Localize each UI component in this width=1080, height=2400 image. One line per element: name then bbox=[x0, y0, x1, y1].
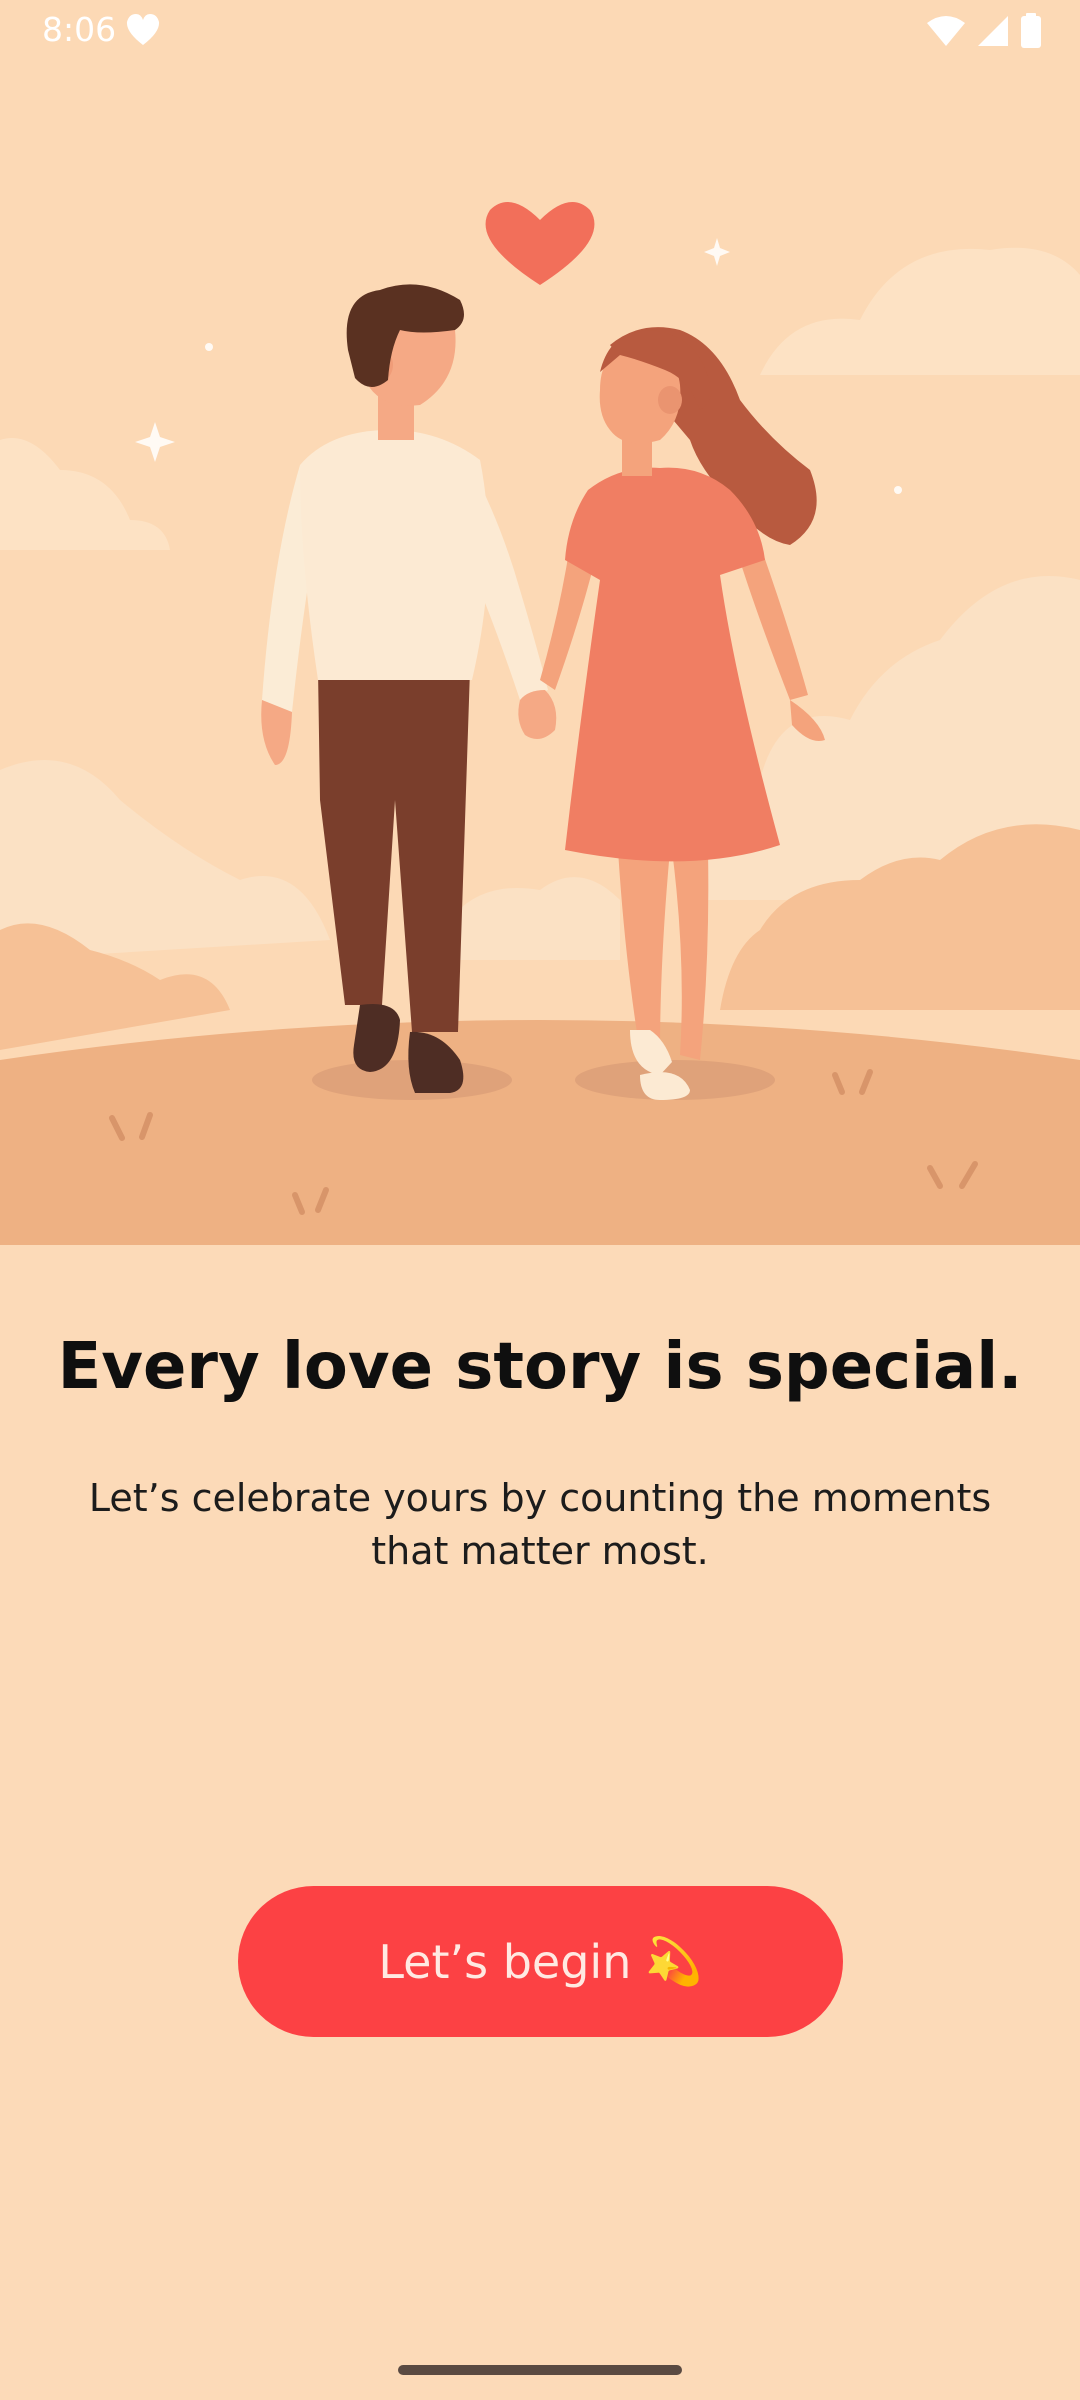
status-icons bbox=[926, 12, 1042, 50]
lets-begin-button[interactable]: Let’s begin 💫 bbox=[238, 1886, 843, 2037]
signal-icon bbox=[978, 16, 1008, 46]
couple-illustration bbox=[0, 0, 1080, 1245]
dizzy-star-icon: 💫 bbox=[645, 1934, 703, 1988]
battery-icon bbox=[1021, 13, 1041, 48]
lets-begin-label: Let’s begin bbox=[378, 1934, 632, 1989]
home-indicator[interactable] bbox=[398, 2365, 682, 2375]
status-time: 8:06 bbox=[42, 10, 117, 49]
subtitle-text: Let’s celebrate yours by counting the mo… bbox=[88, 1476, 992, 1573]
onboarding-screen: 8:06 Every love story is special. Let’s … bbox=[0, 0, 1080, 2400]
wifi-icon bbox=[927, 16, 965, 46]
status-bar: 8:06 bbox=[0, 0, 1080, 62]
page-title: Every love story is special. bbox=[57, 1330, 1023, 1404]
heart-icon bbox=[126, 14, 160, 45]
